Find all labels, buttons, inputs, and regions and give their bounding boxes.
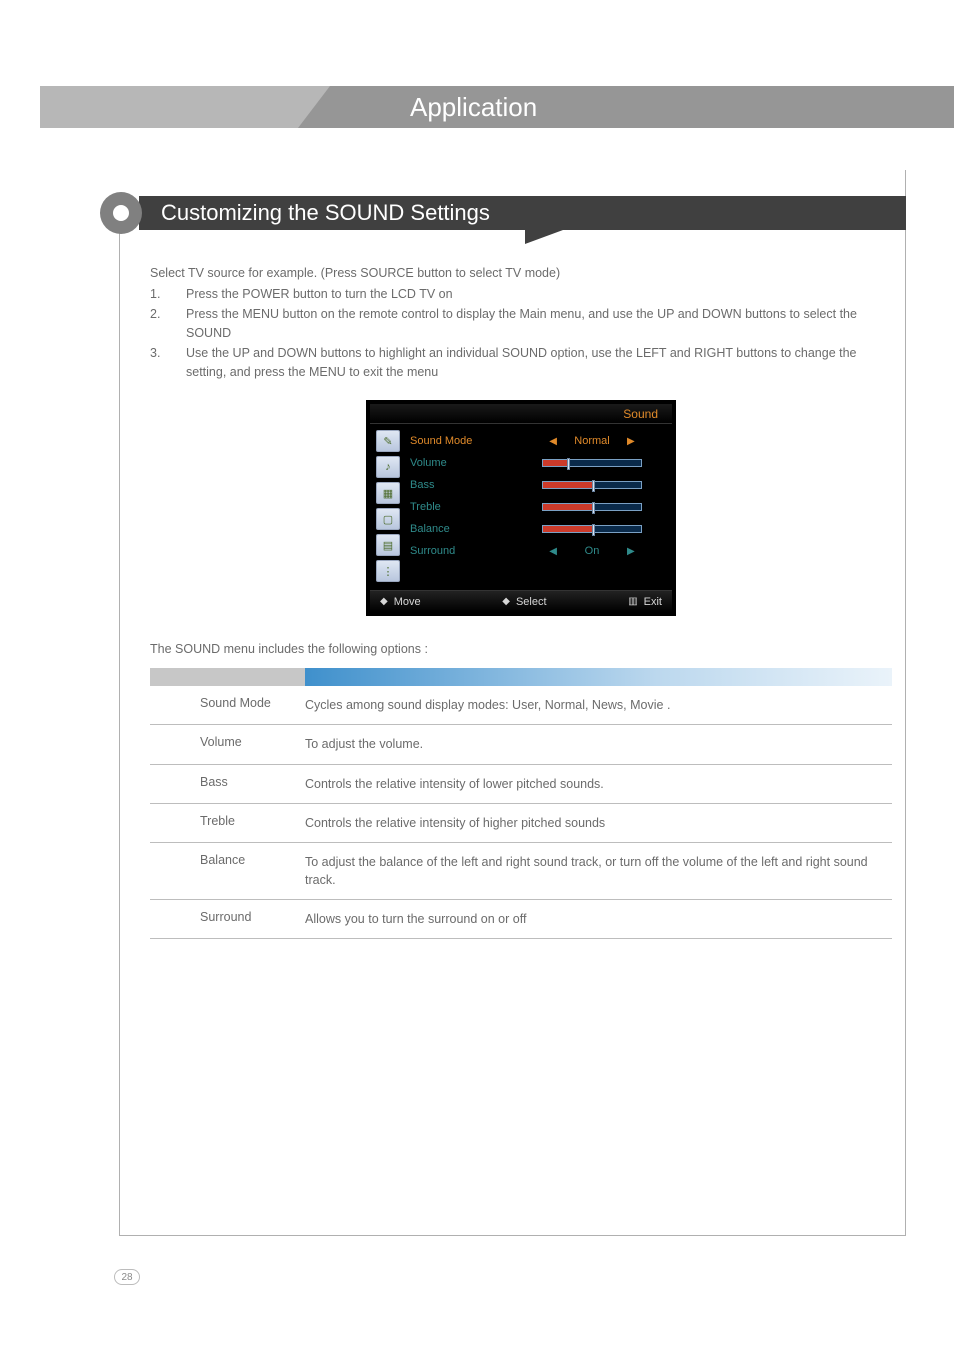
- info-icon: ⋮: [376, 560, 400, 582]
- option-desc: Cycles among sound display modes: User, …: [305, 696, 892, 714]
- arrow-right-icon: ▶: [627, 546, 635, 557]
- intro-text: Select TV source for example. (Press SOU…: [150, 264, 892, 283]
- section-underline: [553, 228, 906, 230]
- step-1: 1. Press the POWER button to turn the LC…: [150, 285, 892, 304]
- move-icon: ◆: [380, 596, 388, 607]
- osd-row-treble: Treble: [410, 496, 666, 518]
- osd-label: Surround: [410, 545, 510, 557]
- osd-body: ✎ ♪ ▦ ▢ ▤ ⋮ Sound Mode ◀ Normal ▶: [370, 424, 672, 590]
- table-row: Bass Controls the relative intensity of …: [150, 765, 892, 804]
- option-desc: Controls the relative intensity of lower…: [305, 775, 892, 793]
- option-desc: To adjust the balance of the left and ri…: [305, 853, 892, 889]
- step-2: 2. Press the MENU button on the remote c…: [150, 305, 892, 344]
- content-area: Select TV source for example. (Press SOU…: [150, 264, 892, 939]
- setup-icon: ▤: [376, 534, 400, 556]
- option-name: Surround: [150, 910, 305, 928]
- osd-category-icons: ✎ ♪ ▦ ▢ ▤ ⋮: [376, 430, 402, 582]
- section-wedge: [525, 230, 563, 244]
- screen-icon: ▢: [376, 508, 400, 530]
- option-name: Treble: [150, 814, 305, 832]
- osd-footer: ◆ Move ◆ Select ▥ Exit: [370, 590, 672, 612]
- step-text: Press the POWER button to turn the LCD T…: [186, 285, 892, 304]
- osd-panel: Sound ✎ ♪ ▦ ▢ ▤ ⋮ Sound Mode ◀ Normal: [366, 400, 676, 616]
- option-desc: Allows you to turn the surround on or of…: [305, 910, 892, 928]
- footer-exit: Exit: [644, 596, 662, 608]
- step-number: 1.: [150, 285, 186, 304]
- osd-label: Volume: [410, 457, 510, 469]
- arrow-right-icon: ▶: [627, 436, 635, 447]
- osd-row-sound-mode: Sound Mode ◀ Normal ▶: [410, 430, 666, 452]
- option-name: Sound Mode: [150, 696, 305, 714]
- sound-icon: ♪: [376, 456, 400, 478]
- section-bullet-hole: [113, 205, 129, 221]
- section-bullet: [100, 192, 142, 234]
- volume-slider: [542, 459, 642, 467]
- picture-icon: ✎: [376, 430, 400, 452]
- table-row: Volume To adjust the volume.: [150, 725, 892, 764]
- exit-icon: ▥: [628, 596, 637, 607]
- osd-label: Sound Mode: [410, 435, 510, 447]
- table-row: Surround Allows you to turn the surround…: [150, 900, 892, 939]
- option-desc: To adjust the volume.: [305, 735, 892, 753]
- osd-row-volume: Volume: [410, 452, 666, 474]
- bass-slider: [542, 481, 642, 489]
- step-text: Press the MENU button on the remote cont…: [186, 305, 892, 344]
- treble-slider: [542, 503, 642, 511]
- osd-screenshot: Sound ✎ ♪ ▦ ▢ ▤ ⋮ Sound Mode ◀ Normal: [366, 400, 676, 616]
- osd-value: Normal: [567, 435, 617, 447]
- osd-rows: Sound Mode ◀ Normal ▶ Volume: [410, 430, 666, 582]
- table-row: Sound Mode Cycles among sound display mo…: [150, 686, 892, 725]
- osd-row-balance: Balance: [410, 518, 666, 540]
- page-title: Application: [410, 92, 537, 123]
- osd-row-bass: Bass: [410, 474, 666, 496]
- osd-label: Treble: [410, 501, 510, 513]
- select-icon: ◆: [502, 596, 510, 607]
- osd-value: On: [567, 545, 617, 557]
- channel-icon: ▦: [376, 482, 400, 504]
- section-header: Customizing the SOUND Settings: [139, 196, 906, 230]
- step-number: 3.: [150, 344, 186, 383]
- option-desc: Controls the relative intensity of highe…: [305, 814, 892, 832]
- option-name: Bass: [150, 775, 305, 793]
- arrow-left-icon: ◀: [549, 436, 557, 447]
- option-name: Balance: [150, 853, 305, 889]
- page-number: 28: [114, 1269, 140, 1285]
- step-3: 3. Use the UP and DOWN buttons to highli…: [150, 344, 892, 383]
- arrow-left-icon: ◀: [549, 546, 557, 557]
- osd-label: Balance: [410, 523, 510, 535]
- section-title: Customizing the SOUND Settings: [161, 200, 490, 226]
- header-bar-inner: Application: [330, 86, 954, 128]
- steps-list: 1. Press the POWER button to turn the LC…: [150, 285, 892, 382]
- options-table-head: [150, 668, 892, 686]
- step-text: Use the UP and DOWN buttons to highlight…: [186, 344, 892, 383]
- header-bar: Application: [40, 86, 954, 128]
- table-row: Treble Controls the relative intensity o…: [150, 804, 892, 843]
- options-table: Sound Mode Cycles among sound display mo…: [150, 668, 892, 939]
- footer-select: Select: [516, 596, 547, 608]
- osd-row-surround: Surround ◀ On ▶: [410, 540, 666, 562]
- table-row: Balance To adjust the balance of the lef…: [150, 843, 892, 900]
- option-name: Volume: [150, 735, 305, 753]
- osd-label: Bass: [410, 479, 510, 491]
- options-intro: The SOUND menu includes the following op…: [150, 642, 892, 656]
- balance-slider: [542, 525, 642, 533]
- step-number: 2.: [150, 305, 186, 344]
- osd-title: Sound: [370, 404, 672, 424]
- footer-move: Move: [394, 596, 421, 608]
